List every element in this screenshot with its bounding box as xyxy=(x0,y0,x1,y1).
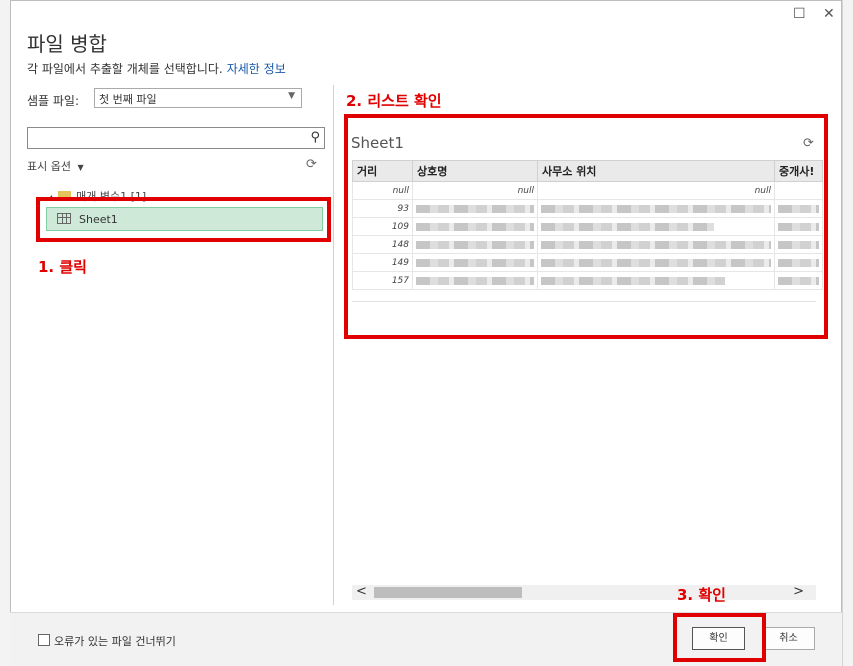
annotation-step2: 2. 리스트 확인 xyxy=(346,92,442,110)
display-options-label: 표시 옵션 xyxy=(27,160,71,173)
scroll-right-icon[interactable]: > xyxy=(793,584,804,599)
refresh-icon[interactable]: ⟳ xyxy=(306,157,317,172)
background-app-right xyxy=(842,0,853,666)
close-icon[interactable]: ✕ xyxy=(823,6,835,22)
annotation-box-step3 xyxy=(673,613,766,662)
search-icon[interactable]: ⚲ xyxy=(310,130,320,145)
search-input[interactable]: ⚲ xyxy=(27,127,325,149)
skip-errors-label: 오류가 있는 파일 건너뛰기 xyxy=(54,635,176,648)
chevron-down-icon: ▼ xyxy=(288,91,295,101)
annotation-step3: 3. 확인 xyxy=(677,586,726,604)
horizontal-scrollbar[interactable]: < > xyxy=(352,584,816,600)
pane-divider xyxy=(333,85,334,605)
scroll-thumb[interactable] xyxy=(374,587,522,598)
subtitle-text: 각 파일에서 추출할 개체를 선택합니다. xyxy=(27,62,223,76)
annotation-box-step2 xyxy=(344,114,828,339)
cancel-button[interactable]: 취소 xyxy=(762,627,815,650)
maximize-icon[interactable]: ☐ xyxy=(793,6,806,22)
dialog-subtitle: 각 파일에서 추출할 개체를 선택합니다. 자세한 정보 xyxy=(27,60,286,77)
skip-errors-checkbox[interactable]: 오류가 있는 파일 건너뛰기 xyxy=(38,633,176,649)
chevron-down-icon: ▼ xyxy=(77,163,84,172)
sample-file-label: 샘플 파일: xyxy=(27,94,80,108)
scroll-left-icon[interactable]: < xyxy=(356,584,367,599)
dialog-title: 파일 병합 xyxy=(27,32,107,56)
checkbox-box[interactable] xyxy=(38,634,50,646)
annotation-box-step1 xyxy=(36,197,331,242)
details-link[interactable]: 자세한 정보 xyxy=(227,62,286,76)
sample-file-value: 첫 번째 파일 xyxy=(99,93,157,106)
annotation-step1: 1. 클릭 xyxy=(38,258,87,276)
sample-file-dropdown[interactable]: 첫 번째 파일 ▼ xyxy=(94,88,302,108)
display-options-button[interactable]: 표시 옵션 ▼ xyxy=(27,158,84,174)
